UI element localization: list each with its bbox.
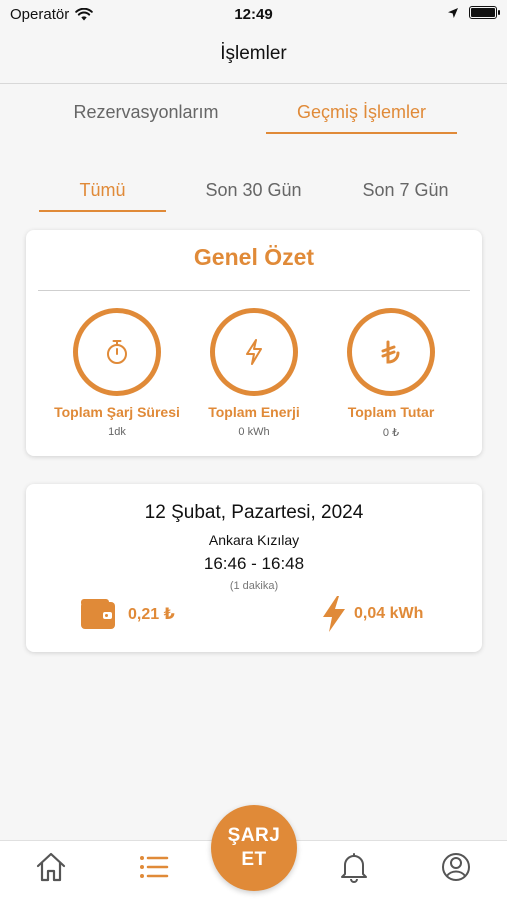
location-arrow-icon xyxy=(448,7,458,18)
stat-circle xyxy=(73,308,161,396)
summary-divider xyxy=(38,290,470,291)
stat-circle xyxy=(210,308,298,396)
filter-all[interactable]: Tümü xyxy=(39,174,166,212)
transaction-duration: (1 dakika) xyxy=(229,580,279,592)
stat-total-duration: Toplam Şarj Süresi 1dk xyxy=(42,308,192,438)
stat-label: Toplam Şarj Süresi xyxy=(54,404,180,420)
status-time: 12:49 xyxy=(234,6,273,23)
tab-transactions[interactable] xyxy=(134,847,174,887)
filter-last-7-days[interactable]: Son 7 Gün xyxy=(342,174,469,212)
tab-home[interactable] xyxy=(31,847,71,887)
tab-profile[interactable] xyxy=(436,847,476,887)
bell-icon xyxy=(341,853,367,883)
page-title: İşlemler xyxy=(220,43,287,64)
stat-value: 0 kWh xyxy=(238,426,270,438)
lira-icon xyxy=(381,340,400,364)
battery-icon xyxy=(469,6,500,19)
lightning-icon xyxy=(323,596,345,632)
charge-button[interactable]: ŞARJ ET xyxy=(211,805,297,891)
stat-circle xyxy=(347,308,435,396)
transaction-card[interactable]: 12 Şubat, Pazartesi, 2024 Ankara Kızılay… xyxy=(26,484,482,652)
status-bar: Operatör 12:49 xyxy=(0,0,507,30)
tab-past-transactions[interactable]: Geçmiş İşlemler xyxy=(266,96,457,134)
stat-total-amount: Toplam Tutar 0 ₺ xyxy=(316,308,466,439)
charge-button-line2: ET xyxy=(241,849,267,870)
summary-title: Genel Özet xyxy=(193,244,315,270)
stat-value: 0 ₺ xyxy=(382,427,400,439)
stat-label: Toplam Tutar xyxy=(347,404,435,420)
stat-total-energy: Toplam Enerji 0 kWh xyxy=(179,308,329,438)
transaction-type-tabs: Rezervasyonlarım Geçmiş İşlemler xyxy=(0,96,507,136)
transaction-energy: 0,04 kWh xyxy=(322,596,423,632)
profile-icon xyxy=(442,853,470,881)
lightning-icon xyxy=(246,339,262,365)
transaction-location: Ankara Kızılay xyxy=(208,532,300,548)
transaction-date: 12 Şubat, Pazartesi, 2024 xyxy=(144,502,364,523)
tab-notifications[interactable] xyxy=(334,847,374,887)
summary-card: Genel Özet Toplam Şarj Süresi 1dk Toplam… xyxy=(26,230,482,456)
stopwatch-icon xyxy=(107,340,127,364)
home-icon xyxy=(36,852,66,882)
tab-reservations[interactable]: Rezervasyonlarım xyxy=(58,96,234,134)
period-filter-tabs: Tümü Son 30 Gün Son 7 Gün xyxy=(0,174,507,214)
wallet-icon xyxy=(81,599,115,629)
transaction-cost-value: 0,21 ₺ xyxy=(128,606,175,623)
stat-value: 1dk xyxy=(108,426,126,438)
transaction-energy-value: 0,04 kWh xyxy=(354,605,424,622)
nav-bar: İşlemler xyxy=(0,30,507,84)
list-icon xyxy=(140,856,169,878)
charge-button-line1: ŞARJ xyxy=(227,825,281,846)
transaction-cost: 0,21 ₺ xyxy=(80,598,175,630)
transaction-time-range: 16:46 - 16:48 xyxy=(203,554,305,573)
stat-label: Toplam Enerji xyxy=(208,404,300,420)
filter-last-30-days[interactable]: Son 30 Gün xyxy=(190,174,317,212)
